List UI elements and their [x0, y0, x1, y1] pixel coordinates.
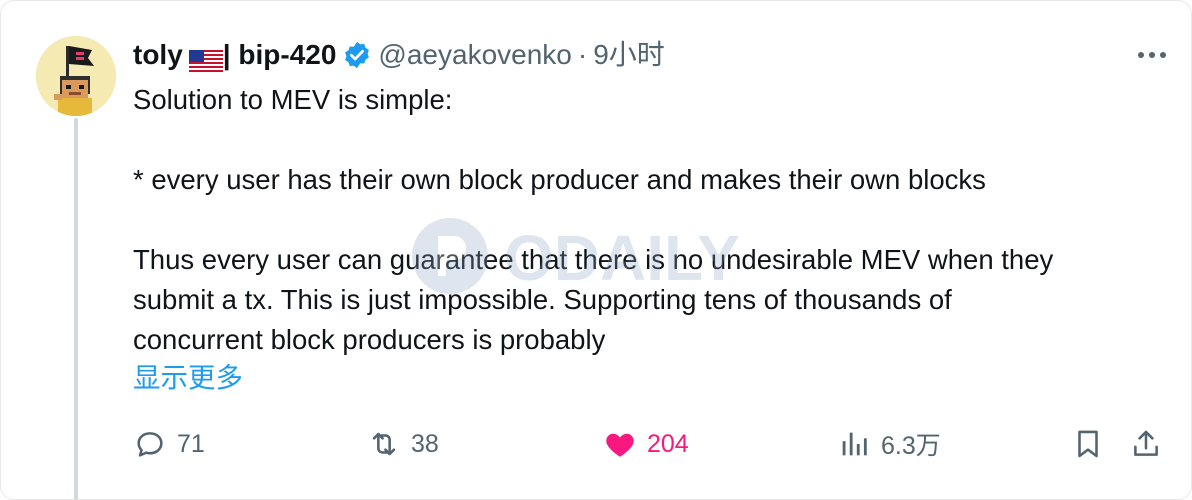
tweet-line: Thus every user can guarantee that there…: [133, 244, 1054, 275]
reply-button[interactable]: 71: [133, 422, 205, 466]
avatar[interactable]: [36, 36, 116, 116]
retweet-count: 38: [411, 429, 439, 458]
avatar-pixel-art-icon: [36, 36, 116, 116]
tweet-text: Solution to MEV is simple: * every user …: [133, 80, 1173, 360]
author-display-name[interactable]: toly: [133, 36, 183, 74]
views-chart-icon: [842, 432, 867, 456]
like-button[interactable]: 204: [603, 422, 689, 466]
retweet-button[interactable]: 38: [367, 422, 439, 466]
reply-icon: [137, 432, 163, 457]
us-flag-icon: [188, 44, 223, 72]
tweet-line: concurrent block producers is probably: [133, 324, 606, 355]
tweet-line: submit a tx. This is just impossible. Su…: [133, 284, 952, 315]
thread-line: [74, 118, 78, 500]
tweet-line: Solution to MEV is simple:: [133, 84, 453, 115]
share-button[interactable]: [1129, 422, 1163, 466]
show-more-link[interactable]: 显示更多: [133, 358, 243, 398]
tweet-timestamp[interactable]: 9小时: [593, 36, 665, 74]
reply-count: 71: [177, 429, 205, 458]
like-count: 204: [647, 429, 689, 458]
bookmark-icon: [1078, 430, 1098, 458]
share-icon: [1134, 430, 1158, 456]
more-dots-icon: [1138, 52, 1166, 58]
author-handle[interactable]: @aeyakovenko: [378, 36, 571, 74]
bookmark-button[interactable]: [1071, 422, 1105, 466]
views-button[interactable]: 6.3万: [837, 422, 941, 466]
tweet-line: * every user has their own block produce…: [133, 164, 986, 195]
views-count: 6.3万: [881, 432, 941, 460]
author-name-suffix[interactable]: | bip-420: [223, 36, 337, 74]
tweet-actions-bar: 71 38 204 6.3万: [133, 422, 1173, 466]
more-options-button[interactable]: [1134, 40, 1170, 70]
retweet-icon: [372, 432, 396, 456]
heart-filled-icon: [606, 433, 634, 457]
separator-dot: ·: [577, 39, 588, 70]
verified-badge-icon[interactable]: [342, 40, 372, 70]
tweet-header: toly | bip-420 @aeyakovenko · 9小时: [133, 36, 665, 74]
